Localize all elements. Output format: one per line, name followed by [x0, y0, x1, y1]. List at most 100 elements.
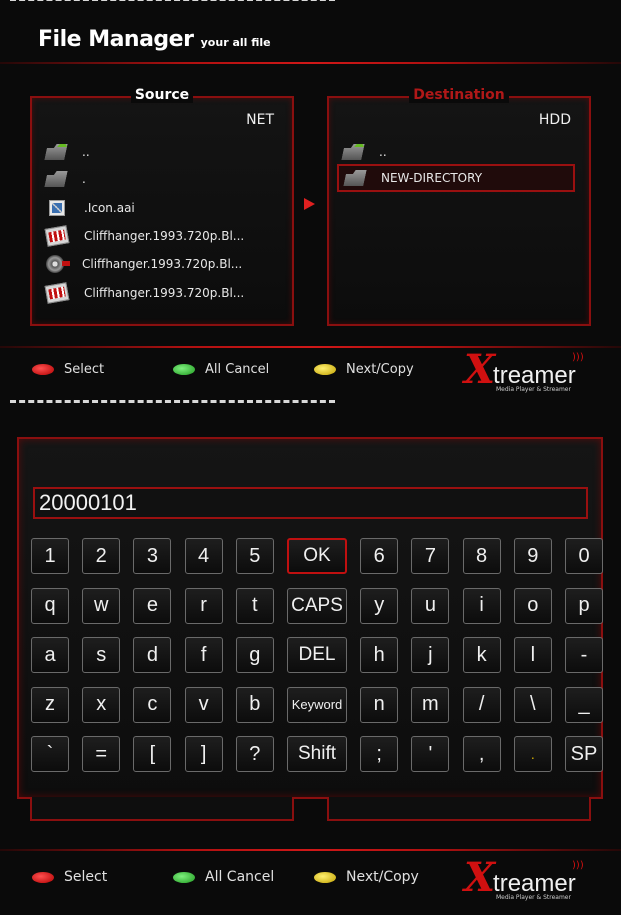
- hint-bar-bottom: Select All Cancel Next/Copy Xtreamer Med…: [0, 852, 621, 912]
- key-g[interactable]: g: [235, 637, 274, 673]
- key-r2c5[interactable]: DEL: [287, 637, 347, 673]
- key-j[interactable]: j: [411, 637, 450, 673]
- source-panel-stub: [30, 797, 294, 821]
- key-r3c8[interactable]: /: [462, 686, 501, 723]
- green-cancel-hint: All Cancel: [173, 362, 269, 377]
- key-7[interactable]: 7: [411, 538, 450, 574]
- key-8[interactable]: 8: [462, 538, 501, 574]
- destination-item-new-directory[interactable]: NEW-DIRECTORY: [337, 164, 575, 192]
- destination-item-parent[interactable]: ..: [343, 141, 387, 163]
- key-q[interactable]: q: [31, 587, 69, 624]
- key-t[interactable]: t: [235, 587, 274, 624]
- source-drive-label: NET: [246, 112, 274, 128]
- key-a[interactable]: a: [31, 637, 69, 673]
- green-cancel-hint: All Cancel: [173, 869, 274, 885]
- key-c[interactable]: c: [133, 686, 172, 723]
- key-f[interactable]: f: [184, 637, 223, 673]
- key-r4c4[interactable]: ?: [235, 736, 274, 772]
- title-subtitle: your all file: [200, 36, 271, 49]
- red-button-icon: [32, 364, 54, 375]
- green-button-icon: [173, 871, 195, 883]
- key-9[interactable]: 9: [513, 538, 552, 574]
- key-r4c0[interactable]: `: [31, 736, 69, 772]
- key-i[interactable]: i: [462, 587, 501, 624]
- signal-icon: ))): [572, 860, 584, 871]
- key-r3c9[interactable]: \: [513, 686, 552, 723]
- transfer-arrow-icon: [304, 198, 315, 210]
- key-r4c5[interactable]: Shift: [287, 736, 347, 772]
- key-6[interactable]: 6: [360, 538, 399, 574]
- key-5[interactable]: 5: [235, 538, 274, 574]
- source-item-parent[interactable]: ..: [46, 141, 90, 163]
- yellow-copy-hint: Next/Copy: [314, 869, 419, 885]
- key-n[interactable]: n: [360, 686, 399, 723]
- key-r4c10[interactable]: SP: [565, 736, 603, 772]
- source-item-current[interactable]: .: [46, 168, 86, 190]
- film-reel-icon: [46, 255, 70, 273]
- key-v[interactable]: v: [184, 686, 223, 723]
- mid-dash-separator: [10, 400, 335, 403]
- key-y[interactable]: y: [360, 587, 399, 624]
- key-w[interactable]: w: [82, 587, 121, 624]
- yellow-button-icon: [314, 871, 336, 883]
- image-file-icon: [49, 200, 65, 216]
- destination-heading: Destination: [329, 87, 589, 103]
- key-2[interactable]: 2: [82, 538, 121, 574]
- key-r2c10[interactable]: -: [565, 637, 603, 673]
- key-r0c5[interactable]: OK: [287, 538, 347, 574]
- key-r4c2[interactable]: [: [133, 736, 172, 772]
- hint-bar-divider-bottom: [0, 849, 621, 851]
- key-0[interactable]: 0: [565, 538, 603, 574]
- folder-up-icon: [341, 144, 364, 160]
- key-b[interactable]: b: [235, 686, 274, 723]
- folder-icon: [343, 170, 366, 186]
- key-x[interactable]: x: [82, 686, 121, 723]
- key-h[interactable]: h: [360, 637, 399, 673]
- top-dash-separator: [10, 0, 335, 1]
- source-panel: Source NET .. . .Icon.aai Cliffhanger.19…: [30, 87, 294, 326]
- source-item-video-1[interactable]: Cliffhanger.1993.720p.Bl...: [44, 225, 244, 247]
- signal-icon: ))): [572, 352, 584, 363]
- video-file-icon: [44, 225, 70, 247]
- key-r4c6[interactable]: ;: [360, 736, 399, 772]
- key-o[interactable]: o: [513, 587, 552, 624]
- source-item-label: .: [82, 172, 86, 186]
- key-s[interactable]: s: [82, 637, 121, 673]
- page-title: File Manager your all file: [38, 27, 271, 52]
- key-k[interactable]: k: [462, 637, 501, 673]
- key-l[interactable]: l: [513, 637, 552, 673]
- video-file-icon: [44, 282, 70, 304]
- key-r3c10[interactable]: _: [565, 686, 603, 723]
- key-u[interactable]: u: [411, 587, 450, 624]
- onscreen-keyboard: 20000101 1 2 3 4 5 OK 6 7 8 9 0 q w e r t CAPS y u i o p a s d f g…: [17, 437, 603, 799]
- yellow-copy-hint: Next/Copy: [314, 362, 414, 377]
- key-r[interactable]: r: [184, 587, 223, 624]
- red-select-hint: Select: [32, 869, 107, 885]
- source-item-icon-file[interactable]: .Icon.aai: [46, 197, 135, 219]
- key-m[interactable]: m: [411, 686, 450, 723]
- key-d[interactable]: d: [133, 637, 172, 673]
- destination-panel: Destination HDD .. NEW-DIRECTORY: [327, 87, 591, 326]
- source-item-video-2[interactable]: Cliffhanger.1993.720p.Bl...: [46, 253, 242, 275]
- source-item-video-3[interactable]: Cliffhanger.1993.720p.Bl...: [44, 282, 245, 304]
- key-1[interactable]: 1: [31, 538, 69, 574]
- key-z[interactable]: z: [31, 686, 69, 723]
- key-p[interactable]: p: [565, 587, 603, 624]
- key-r4c7[interactable]: ': [411, 736, 450, 772]
- source-item-label: Cliffhanger.1993.720p.Bl...: [84, 286, 245, 300]
- source-heading: Source: [32, 87, 292, 103]
- key-3[interactable]: 3: [133, 538, 172, 574]
- destination-panel-stub: [327, 797, 591, 821]
- key-r4c8[interactable]: ,: [462, 736, 501, 772]
- source-item-label: .Icon.aai: [84, 201, 135, 215]
- key-4[interactable]: 4: [184, 538, 223, 574]
- key-r4c1[interactable]: =: [82, 736, 121, 772]
- red-button-icon: [32, 871, 54, 883]
- key-r1c5[interactable]: CAPS: [287, 587, 347, 624]
- key-r4c9[interactable]: .: [513, 736, 552, 772]
- key-r3c5[interactable]: Keyword: [287, 686, 347, 723]
- xtreamer-logo: Xtreamer Media Player & Streamer ))): [464, 854, 584, 902]
- key-r4c3[interactable]: ]: [184, 736, 223, 772]
- keyboard-text-input[interactable]: 20000101: [33, 487, 588, 519]
- key-e[interactable]: e: [133, 587, 172, 624]
